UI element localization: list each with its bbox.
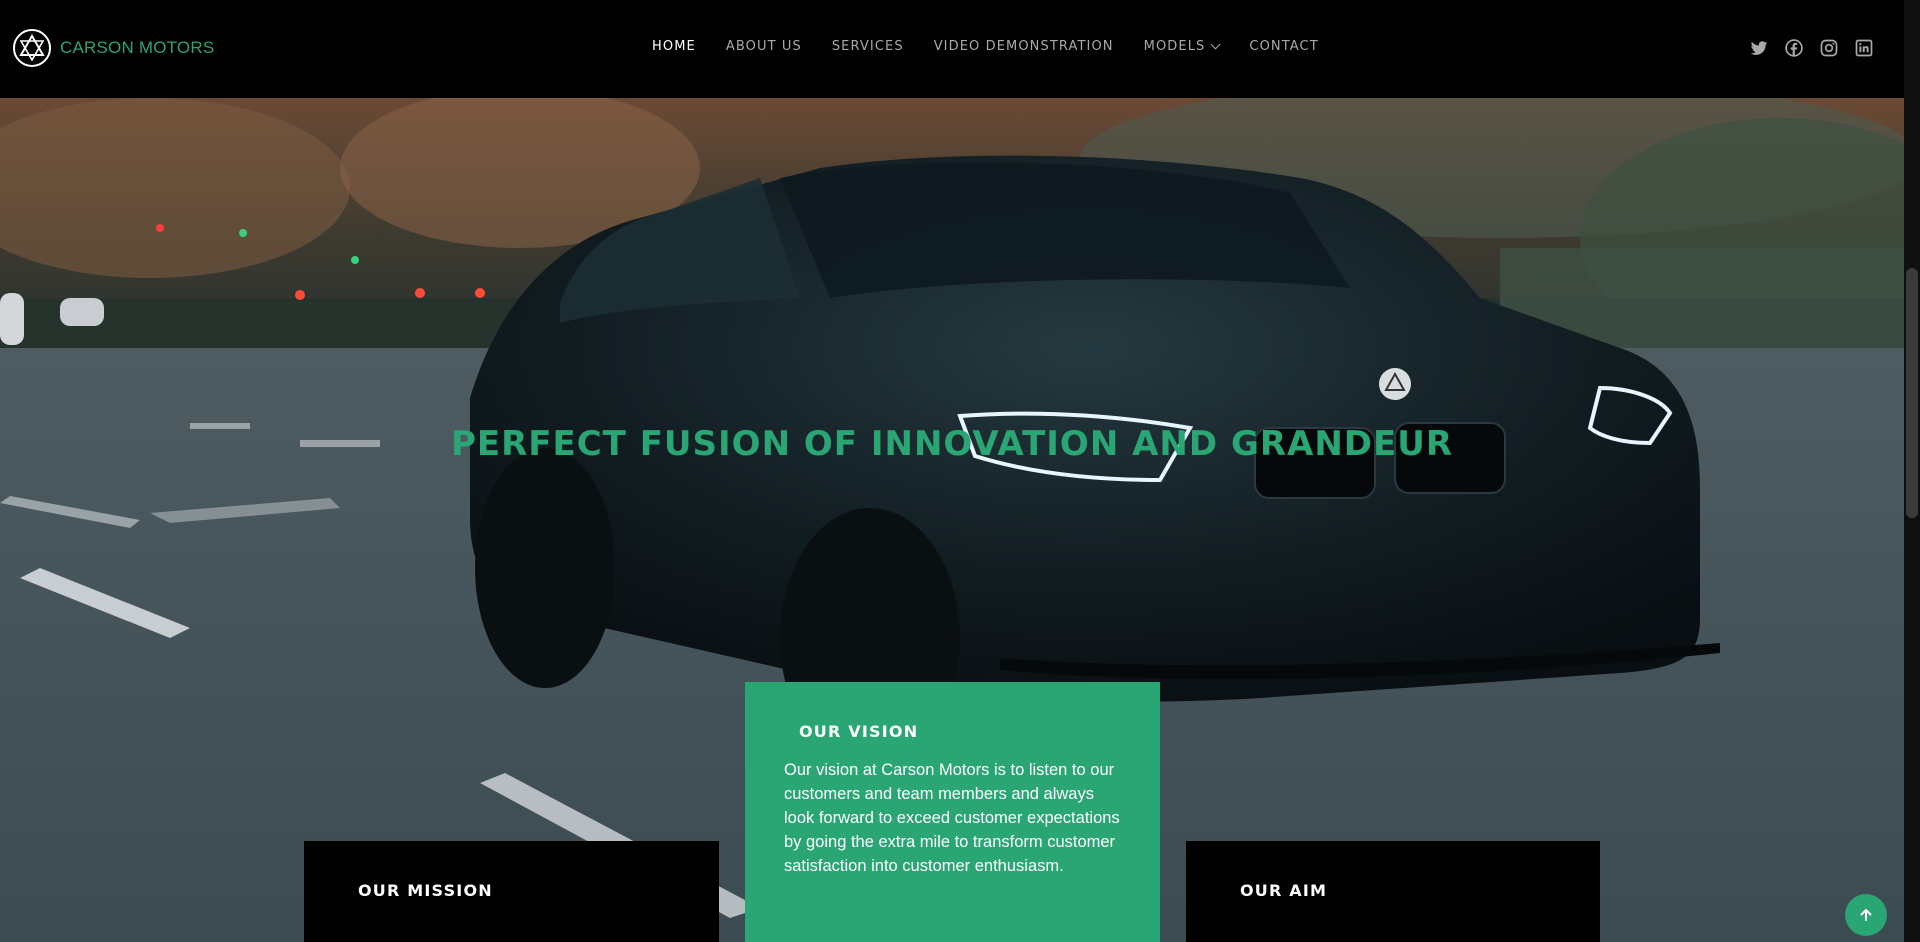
- aim-card: OUR AIM: [1186, 841, 1600, 942]
- main-nav: HOME ABOUT US SERVICES VIDEO DEMONSTRATI…: [652, 39, 1349, 54]
- nav-about-us-label: ABOUT US: [725, 39, 802, 54]
- vision-text: Our vision at Carson Motors is to listen…: [784, 761, 1120, 875]
- twitter-icon[interactable]: [1749, 38, 1769, 58]
- nav-models[interactable]: MODELS: [1143, 39, 1221, 54]
- nav-video-demonstration-label: VIDEO DEMONSTRATION: [933, 39, 1114, 54]
- nav-models-label: MODELS: [1143, 39, 1206, 54]
- mission-title: OUR MISSION: [358, 881, 493, 900]
- brand-name: CARSON MOTORS: [60, 38, 215, 57]
- hero-title: PERFECT FUSION OF INNOVATION AND GRANDEU…: [450, 424, 1454, 464]
- scrollbar-thumb[interactable]: [1906, 268, 1918, 518]
- social-links: [1734, 38, 1874, 58]
- logo-icon: [13, 29, 51, 67]
- vision-card: OUR VISION Our vision at Carson Motors i…: [745, 682, 1160, 942]
- nav-home-label: HOME: [652, 39, 696, 54]
- instagram-icon[interactable]: [1819, 38, 1839, 58]
- arrow-up-icon: [1860, 909, 1872, 921]
- nav-contact-label: CONTACT: [1249, 39, 1319, 54]
- nav-contact[interactable]: CONTACT: [1249, 39, 1318, 54]
- scroll-to-top-button[interactable]: [1845, 894, 1887, 936]
- nav-services[interactable]: SERVICES: [832, 39, 904, 54]
- mission-card: OUR MISSION: [304, 841, 719, 942]
- facebook-icon[interactable]: [1784, 38, 1804, 58]
- page-scrollbar[interactable]: [1904, 0, 1920, 942]
- site-header: CARSON MOTORS HOME ABOUT US SERVICES VID…: [0, 0, 1904, 98]
- brand-logo[interactable]: CARSON MOTORS: [12, 28, 214, 68]
- vision-title: OUR VISION: [799, 722, 919, 741]
- linkedin-icon[interactable]: [1854, 38, 1874, 58]
- chevron-down-icon: [1210, 39, 1221, 50]
- nav-services-label: SERVICES: [831, 39, 904, 54]
- nav-home[interactable]: HOME: [652, 39, 696, 54]
- aim-title: OUR AIM: [1240, 881, 1328, 900]
- nav-video-demonstration[interactable]: VIDEO DEMONSTRATION: [934, 39, 1114, 54]
- nav-about-us[interactable]: ABOUT US: [726, 39, 802, 54]
